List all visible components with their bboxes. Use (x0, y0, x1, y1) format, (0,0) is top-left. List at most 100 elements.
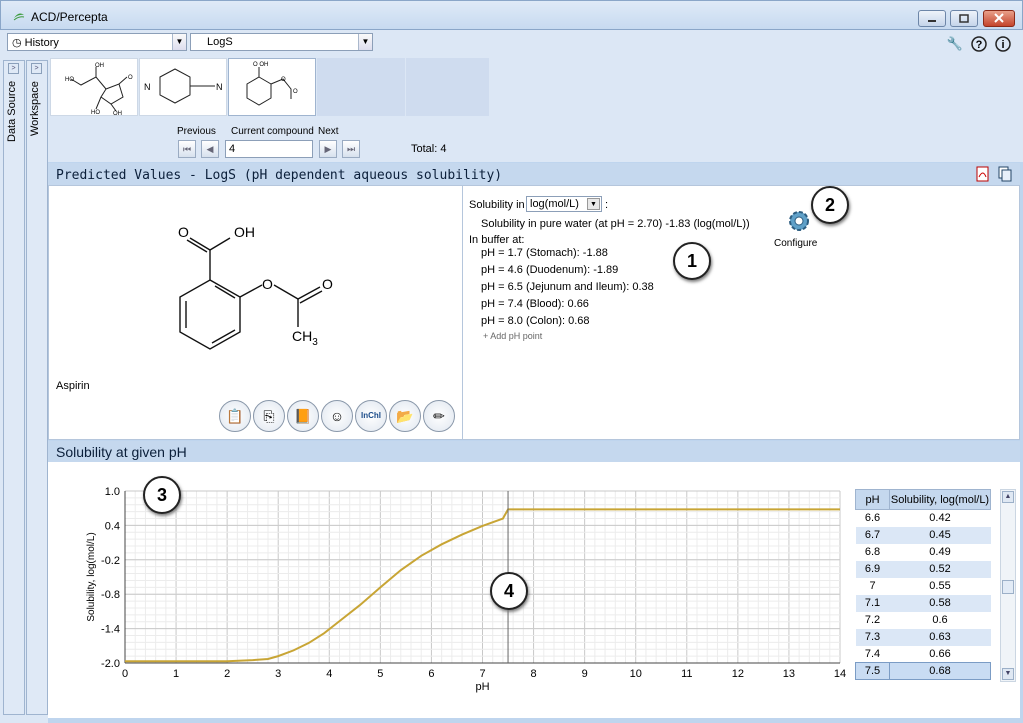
scroll-up-icon[interactable]: ▲ (1002, 491, 1014, 503)
table-row[interactable]: 6.8 0.49 (856, 544, 991, 561)
cell-solubility: 0.6 (932, 614, 948, 626)
property-label: LogS (207, 36, 233, 48)
maximize-button[interactable] (950, 10, 978, 27)
copy-icon[interactable] (998, 166, 1012, 182)
open-folder-button[interactable]: 📂 (389, 400, 421, 432)
compound-thumbnail[interactable]: O OH HO HO OH (50, 58, 138, 117)
compound-thumbnail-empty (317, 58, 405, 116)
svg-text:?: ? (976, 39, 983, 51)
tab-workspace[interactable]: > Workspace (26, 60, 48, 715)
smiles-button[interactable]: ☺ (321, 400, 353, 432)
cell-solubility: 0.66 (929, 647, 951, 660)
previous-label: Previous (177, 126, 216, 137)
x-tick-label: 2 (224, 668, 230, 680)
aspirin-structure: O OH O O CH3 (178, 224, 333, 350)
chart-grid (124, 490, 841, 664)
pyridine-structure: NN (144, 68, 223, 104)
scroll-down-icon[interactable]: ▼ (1002, 668, 1014, 680)
clipboard-icon: 📋 (226, 408, 244, 424)
cell-ph: 6.6 (864, 512, 881, 525)
x-tick-label: 6 (428, 668, 434, 680)
scroll-thumb[interactable] (1002, 580, 1014, 594)
table-scrollbar[interactable]: ▲ ▼ (1000, 489, 1016, 682)
svg-text:N: N (216, 82, 223, 92)
compound-thumbnail[interactable]: NN (139, 58, 227, 116)
cell-solubility: 0.55 (929, 580, 951, 592)
table-row[interactable]: 7.5 0.68 (855, 662, 991, 680)
expand-icon[interactable]: > (31, 63, 42, 74)
cell-ph: 7.1 (855, 594, 890, 612)
history-combo[interactable]: ◷ History ▼ (7, 33, 187, 51)
history-label: History (24, 37, 59, 49)
cell-ph: 6.7 (855, 526, 890, 544)
copy-image-button[interactable]: ⎘ (253, 400, 285, 432)
current-compound-input[interactable]: 4 (225, 140, 313, 158)
property-combo[interactable]: LogS ▼ (190, 33, 373, 51)
x-axis-label: pH (475, 681, 489, 693)
wrench-icon[interactable]: 🔧 (946, 35, 964, 53)
last-button[interactable]: ⏭ (342, 140, 360, 158)
info-icon[interactable]: i (994, 35, 1012, 53)
book-icon: 📙 (294, 408, 312, 424)
expand-icon[interactable]: > (8, 63, 19, 74)
cell-ph: 7.2 (864, 614, 881, 626)
cell-ph: 7.5 (855, 662, 890, 680)
open-book-button[interactable]: 📙 (287, 400, 319, 432)
chevron-down-icon[interactable]: ▼ (172, 34, 186, 50)
inchi-button[interactable]: InChI (355, 400, 387, 432)
y-tick-label: -1.4 (101, 624, 120, 636)
x-tick-label: 3 (275, 668, 281, 680)
table-row[interactable]: 7.2 0.6 (856, 612, 991, 629)
buffer-row: pH = 6.5 (Jejunum and Ileum): 0.38 (481, 281, 654, 293)
x-tick-label: 5 (377, 668, 383, 680)
unit-value: log(mol/L) (530, 198, 579, 210)
table-row[interactable]: 6.6 0.42 (856, 510, 991, 527)
compound-thumbnail-selected[interactable]: O OH O O (228, 58, 316, 116)
next-label: Next (318, 126, 339, 137)
next-button[interactable]: ▶ (319, 140, 337, 158)
column-header-solubility[interactable]: Solubility, log(mol/L) (889, 489, 991, 510)
cell-ph: 7.4 (864, 647, 881, 660)
maximize-icon (959, 14, 969, 23)
predicted-values-header: Predicted Values - LogS (pH dependent aq… (48, 163, 1020, 185)
help-icon[interactable]: ? (970, 35, 988, 53)
folder-icon: 📂 (396, 408, 414, 424)
x-tick-label: 8 (531, 668, 537, 680)
cell-solubility: 0.52 (889, 560, 991, 578)
cell-solubility: 0.45 (889, 526, 991, 544)
svg-text:O: O (281, 77, 286, 83)
svg-text:O: O (293, 89, 298, 95)
previous-button[interactable]: ◀ (201, 140, 219, 158)
smiley-icon: ☺ (329, 408, 345, 424)
table-row[interactable]: 6.9 0.52 (855, 560, 991, 578)
add-ph-point-link[interactable]: + Add pH point (483, 331, 542, 341)
configure-button[interactable]: Configure (774, 238, 817, 249)
svg-text:HO: HO (91, 110, 100, 115)
atom-o: O (178, 224, 189, 240)
gear-icon[interactable] (785, 207, 813, 235)
close-button[interactable] (983, 10, 1015, 27)
minimize-button[interactable] (918, 10, 946, 27)
svg-text:O OH: O OH (253, 62, 268, 68)
first-button[interactable]: ⏮ (178, 140, 196, 158)
callout-marker-2: 2 (811, 186, 849, 224)
pdf-icon[interactable] (976, 166, 990, 182)
table-row[interactable]: 6.7 0.45 (855, 526, 991, 544)
buffer-row: pH = 7.4 (Blood): 0.66 (481, 298, 589, 310)
copy-structure-button[interactable]: 📋 (219, 400, 251, 432)
table-row[interactable]: 7.3 0.63 (855, 628, 991, 646)
callout-marker-3: 3 (143, 476, 181, 514)
table-row[interactable]: 7.1 0.58 (855, 594, 991, 612)
clock-icon: ◷ (12, 37, 22, 49)
tab-data-source[interactable]: > Data Source (3, 60, 25, 715)
unit-select[interactable]: log(mol/L) ▼ (526, 196, 602, 212)
table-row[interactable]: 7 0.55 (856, 578, 991, 595)
x-tick-label: 11 (681, 668, 692, 680)
edit-structure-button[interactable]: ✏ (423, 400, 455, 432)
copy-icon: ⎘ (263, 408, 275, 424)
table-row[interactable]: 7.4 0.66 (856, 646, 991, 663)
chevron-down-icon[interactable]: ▼ (587, 198, 600, 210)
column-header-ph[interactable]: pH (855, 489, 890, 510)
chevron-down-icon[interactable]: ▼ (358, 34, 372, 50)
svg-text:i: i (1001, 39, 1004, 51)
